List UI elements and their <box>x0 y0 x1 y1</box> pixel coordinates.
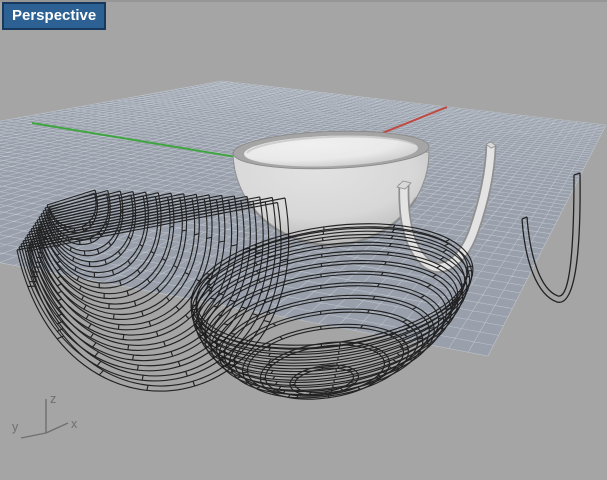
gizmo-z-label: z <box>50 392 56 406</box>
gizmo-x-label: x <box>71 417 78 431</box>
viewport: z y x Perspective <box>0 0 607 480</box>
gizmo-y-label: y <box>12 420 19 434</box>
world-axes-gizmo: z y x <box>12 392 78 439</box>
view-tab[interactable]: Perspective <box>2 2 107 30</box>
viewport-canvas[interactable]: z y x <box>0 0 607 480</box>
